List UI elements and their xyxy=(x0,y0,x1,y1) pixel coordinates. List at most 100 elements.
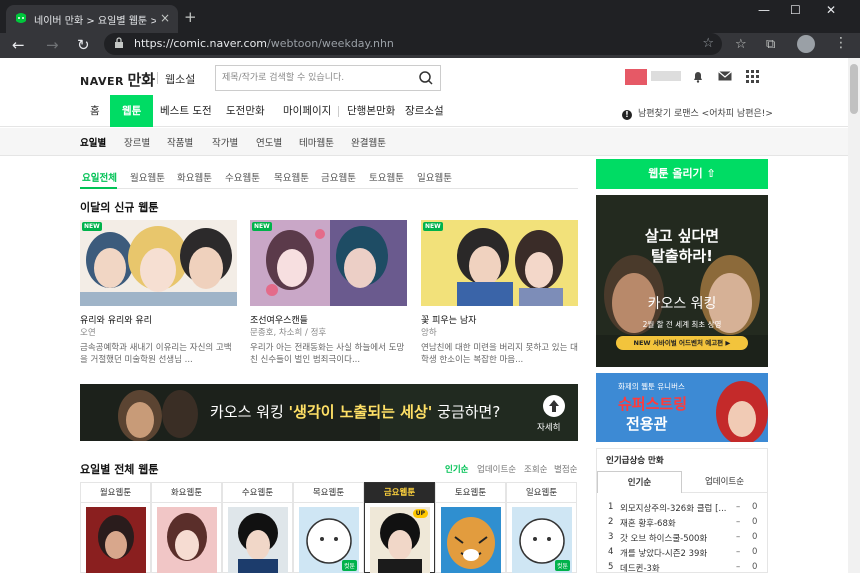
user-avatar[interactable] xyxy=(625,69,647,85)
sort-rating[interactable]: 별점순 xyxy=(554,463,577,475)
card-thumbnail[interactable]: NEW xyxy=(421,220,578,306)
weekday-column-sat[interactable]: 토요웹툰 xyxy=(435,482,506,573)
nav-books[interactable]: 단행본만화 xyxy=(347,95,395,127)
page-scrollbar[interactable] xyxy=(848,58,860,573)
nav-best-challenge[interactable]: 베스트 도전 xyxy=(160,95,212,127)
upload-webtoon-button[interactable]: 웹툰 올리기 ⇧ xyxy=(596,159,768,189)
naver-manhwa-logo[interactable]: NAVER 만화 xyxy=(80,69,155,90)
webtoon-thumbnail[interactable] xyxy=(441,507,501,573)
bell-icon[interactable] xyxy=(692,70,704,83)
weekday-header[interactable]: 일요웹툰 xyxy=(507,483,576,503)
search-input[interactable] xyxy=(222,70,412,86)
collections-icon[interactable]: ⧉ xyxy=(766,37,775,53)
movie-ad-banner[interactable]: 살고 싶다면 탈출하라! 카오스 워킹 2월 할 전 세계 최초 상영 NEW … xyxy=(596,195,768,367)
webtoon-thumbnail[interactable]: UP xyxy=(370,507,430,573)
superstring-banner[interactable]: 화제의 웹툰 유니버스 슈퍼스트링 전용관 xyxy=(596,373,768,442)
search-icon[interactable] xyxy=(418,70,434,86)
card-thumbnail[interactable]: NEW xyxy=(250,220,407,306)
weekday-column-mon[interactable]: 월요웹툰 xyxy=(80,482,151,573)
daytab-fri[interactable]: 금요웹툰 xyxy=(321,170,356,184)
card-title[interactable]: 유리와 유리와 유리 xyxy=(80,313,152,326)
weekday-header[interactable]: 목요웹툰 xyxy=(294,483,363,503)
weekday-column-sun[interactable]: 일요웹툰 컷툰 xyxy=(506,482,577,573)
banner-more-label[interactable]: 자세히 xyxy=(537,421,560,433)
thumbnail-illustration xyxy=(421,220,578,306)
window-close-button[interactable]: ✕ xyxy=(826,3,836,17)
daytab-sat[interactable]: 토요웹툰 xyxy=(369,170,404,184)
subnav-completed[interactable]: 완결웹툰 xyxy=(351,135,386,149)
weekday-header[interactable]: 수요웹툰 xyxy=(223,483,292,503)
browser-menu-icon[interactable]: ⋮ xyxy=(834,35,848,51)
forward-button[interactable]: → xyxy=(46,36,59,54)
new-tab-button[interactable]: + xyxy=(184,9,197,25)
daytab-tue[interactable]: 화요웹툰 xyxy=(177,170,212,184)
tab-close-icon[interactable]: × xyxy=(160,11,170,25)
ranking-row[interactable]: 2 재혼 황후-68화 –0 xyxy=(608,517,758,530)
ranking-tab-update[interactable]: 업데이트순 xyxy=(682,471,767,493)
url-text[interactable]: https://comic.naver.com/webtoon/weekday.… xyxy=(134,37,394,50)
profile-avatar-icon[interactable] xyxy=(797,35,815,53)
user-name-blurred[interactable] xyxy=(651,71,681,81)
weekday-header[interactable]: 월요웹툰 xyxy=(81,483,150,503)
webtoon-thumbnail[interactable] xyxy=(157,507,217,573)
sort-popular[interactable]: 인기순 xyxy=(445,463,468,475)
favorites-icon[interactable]: ☆ xyxy=(735,37,747,53)
nav-webtoon[interactable]: 웹툰 xyxy=(110,95,154,127)
daytab-sun[interactable]: 일요웹툰 xyxy=(417,170,452,184)
browser-tab[interactable]: 네이버 만화 > 요일별 웹툰 > 전체 × xyxy=(6,5,178,33)
nav-home[interactable]: 홈 xyxy=(90,95,100,127)
weekday-column-fri[interactable]: 금요웹툰 UP xyxy=(364,482,435,573)
banner-headline[interactable]: 카오스 워킹 '생각이 노출되는 세상' 궁금하면? xyxy=(210,401,500,422)
webtoon-thumbnail[interactable]: 컷툰 xyxy=(512,507,572,573)
card-title[interactable]: 조선여우스캔들 xyxy=(250,313,308,326)
movie-promo-banner[interactable]: 카오스 워킹 '생각이 노출되는 세상' 궁금하면? 자세히 xyxy=(80,384,578,441)
ranking-row[interactable]: 1 외모지상주의-326화 클럽 [... –0 xyxy=(608,502,758,515)
subnav-genre[interactable]: 장르별 xyxy=(124,135,150,149)
weekday-column-thu[interactable]: 목요웹툰 컷툰 xyxy=(293,482,364,573)
ranking-tab-popular[interactable]: 인기순 xyxy=(597,471,682,493)
nav-genre-novel[interactable]: 장르소설 xyxy=(405,95,444,127)
webtoon-thumbnail[interactable] xyxy=(228,507,288,573)
ad-cta-button[interactable]: NEW 서바이벌 어드벤처 예고편 ▶ xyxy=(616,336,748,350)
daytab-all[interactable]: 요일전체 xyxy=(82,170,117,184)
scrollbar-thumb[interactable] xyxy=(850,64,858,114)
weekday-header[interactable]: 화요웹툰 xyxy=(152,483,221,503)
daytab-wed[interactable]: 수요웹툰 xyxy=(225,170,260,184)
subnav-weekday[interactable]: 요일별 xyxy=(80,135,106,149)
weekday-header[interactable]: 토요웹툰 xyxy=(436,483,505,503)
ad-headline-2: 탈출하라! xyxy=(650,247,714,265)
ranking-row[interactable]: 4 개를 낳았다-시즌2 39화 –0 xyxy=(608,547,758,560)
card-title[interactable]: 꽃 피우는 남자 xyxy=(421,313,476,326)
app-grid-icon[interactable] xyxy=(746,70,759,83)
back-button[interactable]: ← xyxy=(12,36,25,54)
nav-challenge[interactable]: 도전만화 xyxy=(226,95,265,127)
sort-update[interactable]: 업데이트순 xyxy=(477,463,516,475)
omnibox[interactable]: https://comic.naver.com/webtoon/weekday.… xyxy=(104,33,722,55)
nav-mypage[interactable]: 마이페이지 xyxy=(283,95,331,127)
banner-more-button[interactable] xyxy=(543,395,565,417)
webtoon-thumbnail[interactable] xyxy=(86,507,146,573)
daytab-thu[interactable]: 목요웹툰 xyxy=(274,170,309,184)
bookmark-star-icon[interactable]: ☆ xyxy=(702,36,714,51)
daytab-mon[interactable]: 월요웹툰 xyxy=(130,170,165,184)
subnav-title[interactable]: 작품별 xyxy=(167,135,193,149)
sort-views[interactable]: 조회순 xyxy=(524,463,547,475)
search-box[interactable] xyxy=(215,65,441,91)
webtoon-thumbnail[interactable]: 컷툰 xyxy=(299,507,359,573)
webnovel-link[interactable]: 웹소설 xyxy=(165,71,195,87)
subnav-year[interactable]: 연도별 xyxy=(256,135,282,149)
reload-button[interactable]: ↻ xyxy=(77,36,90,54)
minimize-button[interactable]: — xyxy=(758,3,770,17)
naver-webtoon-favicon-icon xyxy=(16,13,26,23)
ranking-row[interactable]: 5 데드퀸-3화 –0 xyxy=(608,562,758,573)
notice-banner[interactable]: ! 남편찾기 로맨스 <어차피 남편은!> xyxy=(622,106,773,120)
weekday-header[interactable]: 금요웹툰 xyxy=(365,483,434,503)
ranking-row[interactable]: 3갓 오브 하이스쿨-500화 –0 xyxy=(608,532,758,545)
card-thumbnail[interactable]: NEW xyxy=(80,220,237,306)
mail-icon[interactable] xyxy=(718,70,732,82)
maximize-button[interactable]: ☐ xyxy=(790,3,801,17)
subnav-author[interactable]: 작가별 xyxy=(212,135,238,149)
subnav-theme[interactable]: 테마웹툰 xyxy=(299,135,334,149)
weekday-column-wed[interactable]: 수요웹툰 xyxy=(222,482,293,573)
weekday-column-tue[interactable]: 화요웹툰 xyxy=(151,482,222,573)
